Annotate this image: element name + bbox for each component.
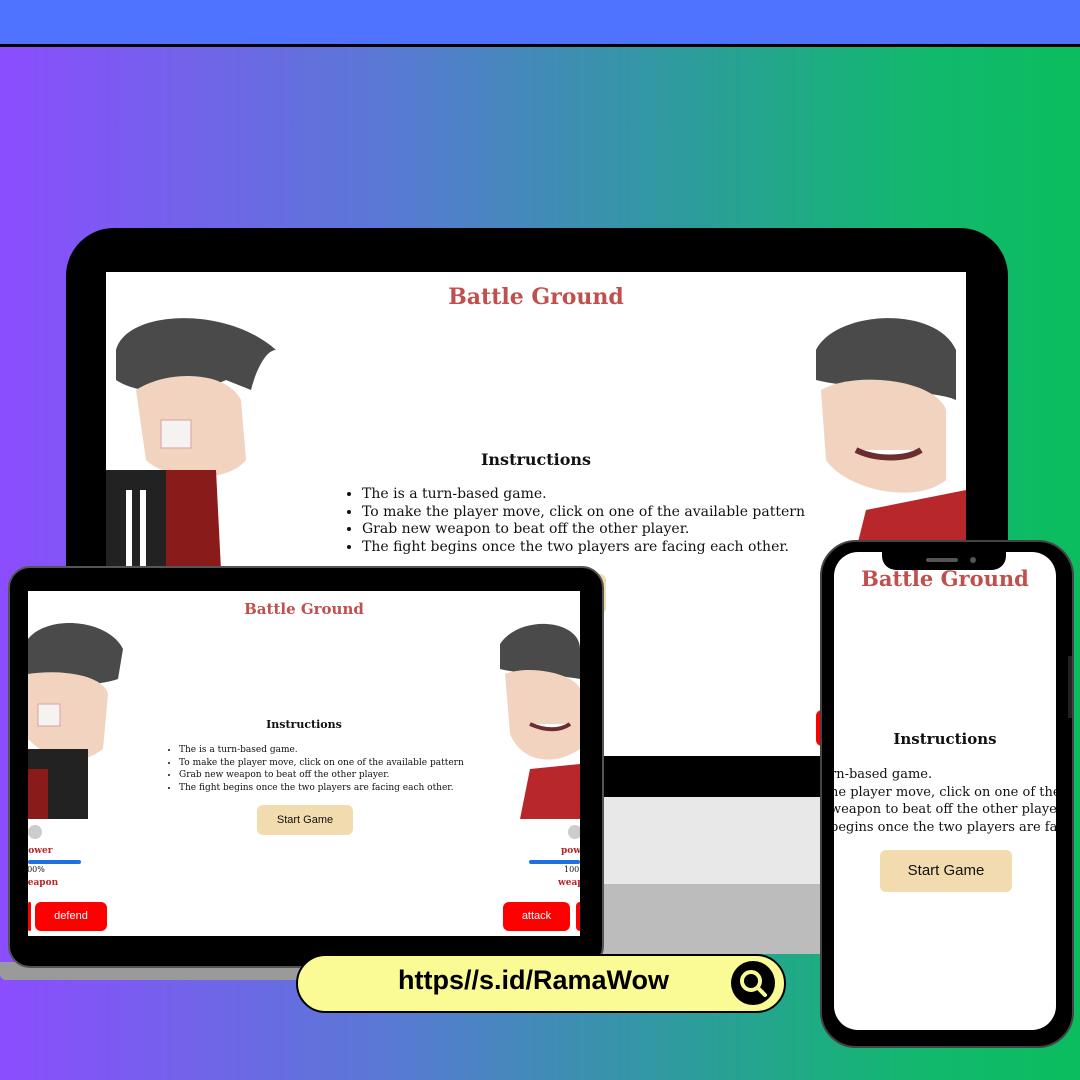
instruction-item: To make the player move, click on one of… xyxy=(179,757,519,770)
instruction-item: To make the player move, click on one of… xyxy=(362,504,842,522)
right-power-label: pow xyxy=(561,846,580,856)
instruction-item: Grab new weapon to beat off the other pl… xyxy=(179,769,519,782)
instruction-item: The fight begins once the two players ar… xyxy=(362,539,842,557)
search-icon[interactable] xyxy=(731,961,775,1005)
phone-camera xyxy=(970,557,976,563)
instruction-item: The is a turn-based game. xyxy=(362,486,842,504)
instruction-item: rn-based game. xyxy=(834,767,933,782)
instructions-list: The is a turn-based game. To make the pl… xyxy=(154,744,519,794)
left-power-label: power xyxy=(28,846,53,856)
right-power-percent: 100 xyxy=(564,865,580,874)
instructions-list-cropped: rn-based game. he player move, click on … xyxy=(834,766,1056,836)
defend-button[interactable]: defend xyxy=(35,902,107,931)
monitor-stand xyxy=(598,884,820,954)
tablet-screen: Battle Ground Instructions The is a turn… xyxy=(28,591,580,936)
instruction-item: begins once the two players are facin xyxy=(834,819,1056,835)
url-text[interactable]: https//s.id/RamaWow xyxy=(398,965,669,996)
left-action-button-partial[interactable] xyxy=(28,902,31,931)
right-action-button-partial[interactable] xyxy=(576,902,580,931)
start-game-button[interactable]: Start Game xyxy=(880,850,1012,892)
left-weapon-label: weapon xyxy=(28,878,59,888)
instructions-heading: Instructions xyxy=(480,450,592,469)
attack-button[interactable]: attack xyxy=(503,902,570,931)
instruction-item: The is a turn-based game. xyxy=(179,744,519,757)
left-power-bar xyxy=(28,860,81,864)
instruction-item: Grab new weapon to beat off the other pl… xyxy=(362,521,842,539)
right-weapon-label: weap xyxy=(558,878,580,888)
start-game-button[interactable]: Start Game xyxy=(257,805,353,835)
magnifier-glyph xyxy=(740,970,767,997)
phone-side-button xyxy=(1068,656,1072,718)
page-title: Battle Ground xyxy=(448,284,624,310)
page-title: Battle Ground xyxy=(244,600,364,618)
instructions-heading: Instructions xyxy=(266,718,342,731)
phone-screen: Battle Ground Instructions rn-based game… xyxy=(834,552,1056,1030)
left-character-illustration xyxy=(106,318,276,570)
top-banner xyxy=(0,0,1080,47)
instructions-heading: Instructions xyxy=(893,730,997,748)
left-power-percent: 100% xyxy=(28,865,45,874)
instructions-list: The is a turn-based game. To make the pl… xyxy=(322,486,842,556)
instruction-item: weapon to beat off the other player. xyxy=(834,802,1056,817)
phone-speaker xyxy=(926,558,958,562)
right-power-bar xyxy=(529,860,580,864)
left-player-indicator xyxy=(28,825,42,839)
monitor-chin xyxy=(598,797,820,885)
right-player-indicator xyxy=(568,825,580,839)
instruction-item: The fight begins once the two players ar… xyxy=(179,782,519,795)
instruction-item: he player move, click on one of the a xyxy=(834,784,1056,800)
